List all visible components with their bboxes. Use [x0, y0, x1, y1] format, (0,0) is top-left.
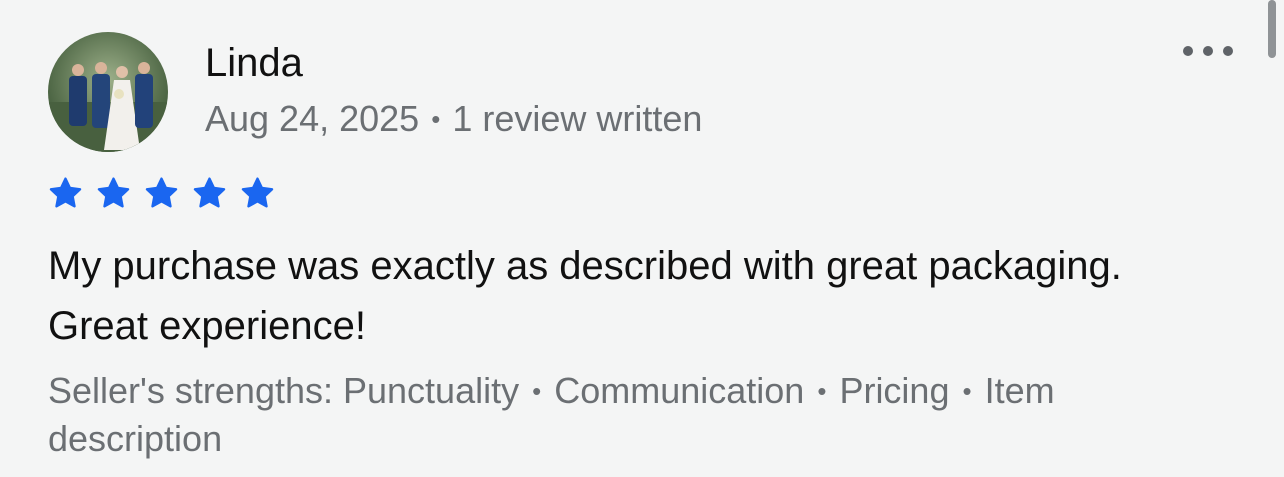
strength-separator: •	[817, 376, 827, 406]
more-horizontal-icon	[1183, 46, 1233, 56]
more-options-button[interactable]	[1178, 36, 1238, 66]
scrollbar-thumb[interactable]	[1268, 0, 1276, 58]
review-date: Aug 24, 2025	[205, 98, 420, 139]
strength-separator: •	[962, 376, 972, 406]
star-icon	[49, 177, 82, 208]
strength-separator: •	[532, 376, 542, 406]
review-meta: Aug 24, 2025 • 1 review written	[205, 97, 702, 141]
review-text: My purchase was exactly as described wit…	[48, 244, 1122, 348]
seller-strengths: Seller's strengths: Punctuality • Communic…	[48, 367, 1228, 463]
meta-separator: •	[431, 104, 441, 134]
reviewer-name[interactable]: Linda	[205, 40, 303, 86]
strength-item: Punctuality	[343, 370, 520, 411]
star-icon	[97, 177, 130, 208]
strength-item: Pricing	[839, 370, 950, 411]
review-card: Linda Aug 24, 2025 • 1 review written My p…	[0, 0, 1284, 477]
star-rating	[48, 176, 275, 212]
reviews-written-count: 1 review written	[452, 98, 703, 139]
star-icon	[145, 177, 178, 208]
star-icon	[241, 177, 274, 208]
star-icon	[193, 177, 226, 208]
strengths-label: Seller's strengths:	[48, 370, 343, 411]
reviewer-avatar[interactable]	[48, 32, 168, 152]
strength-item: Communication	[554, 370, 805, 411]
